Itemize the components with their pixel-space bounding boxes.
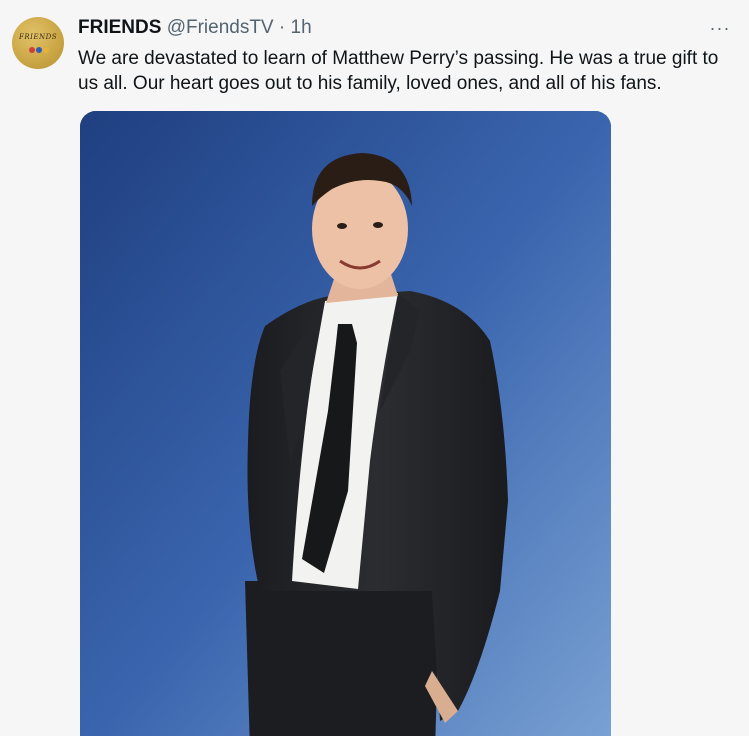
avatar-dot-red [29,47,35,53]
avatar[interactable]: FRIENDS [12,17,64,69]
header-separator: · [278,17,286,38]
photo-portrait [80,111,611,736]
more-options-icon[interactable]: ··· [705,18,735,38]
avatar-dot-yellow [43,47,49,53]
author-name[interactable]: FRIENDS [78,17,161,38]
tweet: FRIENDS FRIENDS @FriendsTV · 1h ··· We a… [0,0,749,736]
avatar-logo-text: FRIENDS [18,33,58,41]
tweet-timestamp[interactable]: 1h [291,17,312,38]
tweet-text: We are devastated to learn of Matthew Pe… [78,48,719,94]
tweet-header: FRIENDS @FriendsTV · 1h [78,16,312,40]
tweet-photo[interactable] [80,111,611,736]
author-handle[interactable]: @FriendsTV [167,17,274,38]
avatar-logo-dots [29,47,49,53]
avatar-dot-blue [36,47,42,53]
